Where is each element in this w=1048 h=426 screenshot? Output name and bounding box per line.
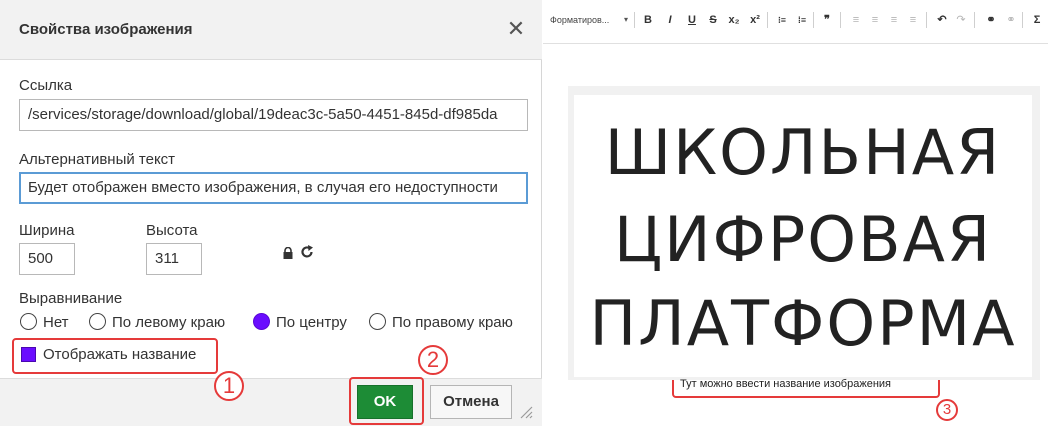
chevron-down-icon[interactable]: ▾ [624, 15, 628, 24]
unlink-button[interactable]: ⚭ [1004, 13, 1018, 27]
annotation-highlight-ok [349, 377, 424, 425]
align-right-label: По правому краю [392, 314, 513, 331]
redo-button[interactable]: ↷ [954, 13, 968, 27]
width-label: Ширина [19, 222, 75, 239]
undo-button[interactable]: ↶ [935, 13, 949, 27]
blockquote-button[interactable]: ❞ [820, 13, 834, 27]
italic-button[interactable]: I [663, 13, 677, 27]
image-caption[interactable]: Тут можно ввести название изображения [680, 378, 891, 390]
height-label: Высота [146, 222, 198, 239]
align-none-radio[interactable] [20, 313, 37, 330]
toolbar-separator [974, 12, 975, 28]
toolbar-separator [634, 12, 635, 28]
align-left-radio[interactable] [89, 313, 106, 330]
align-right-radio[interactable] [369, 313, 386, 330]
annotation-number-3: 3 [936, 399, 958, 421]
align-left-label: По левому краю [112, 314, 226, 331]
toolbar-separator [1022, 12, 1023, 28]
align-left-button[interactable]: ≡ [849, 13, 863, 27]
alt-text-input[interactable]: Будет отображен вместо изображения, в сл… [19, 172, 528, 204]
width-input[interactable]: 500 [19, 243, 75, 275]
dialog-title: Свойства изображения [19, 21, 193, 38]
resize-grip-icon[interactable] [519, 405, 533, 419]
toolbar-separator [926, 12, 927, 28]
link-label: Ссылка [19, 77, 73, 94]
bold-button[interactable]: B [641, 13, 655, 27]
lock-icon[interactable] [282, 247, 294, 259]
image-text-line: ШКОЛЬНАЯ [604, 116, 1002, 189]
image-text-line: ЦИФРОВАЯ [613, 203, 993, 276]
annotation-number-2: 2 [418, 345, 448, 375]
cancel-button[interactable]: Отмена [430, 385, 512, 419]
formula-button[interactable]: Σ [1030, 13, 1044, 27]
image-text-line: ПЛАТФОРМА [589, 287, 1017, 360]
link-input[interactable]: /services/storage/download/global/19deac… [19, 99, 528, 131]
annotation-highlight-caption-option [12, 338, 218, 374]
underline-button[interactable]: U [685, 13, 699, 27]
align-right-button[interactable]: ≡ [887, 13, 901, 27]
close-icon[interactable]: ✕ [503, 16, 529, 42]
toolbar-separator [813, 12, 814, 28]
bulleted-list-button[interactable]: ⁞≡ [795, 13, 809, 27]
toolbar-separator [767, 12, 768, 28]
align-justify-button[interactable]: ≡ [906, 13, 920, 27]
link-button[interactable]: ⚭ [984, 13, 998, 27]
strikethrough-button[interactable]: S [706, 13, 720, 27]
align-center-button[interactable]: ≡ [868, 13, 882, 27]
align-center-radio[interactable] [253, 313, 270, 330]
annotation-number-1: 1 [214, 371, 244, 401]
align-none-label: Нет [43, 314, 69, 331]
alignment-label: Выравнивание [19, 290, 123, 307]
numbered-list-button[interactable]: ⁝≡ [775, 13, 789, 27]
align-center-label: По центру [276, 314, 347, 331]
format-dropdown[interactable]: Форматиров... [550, 15, 609, 25]
subscript-button[interactable]: x₂ [727, 13, 741, 27]
height-input[interactable]: 311 [146, 243, 202, 275]
toolbar-separator [840, 12, 841, 28]
refresh-icon[interactable] [299, 244, 315, 260]
superscript-button[interactable]: x² [748, 13, 762, 27]
alt-text-label: Альтернативный текст [19, 151, 176, 168]
